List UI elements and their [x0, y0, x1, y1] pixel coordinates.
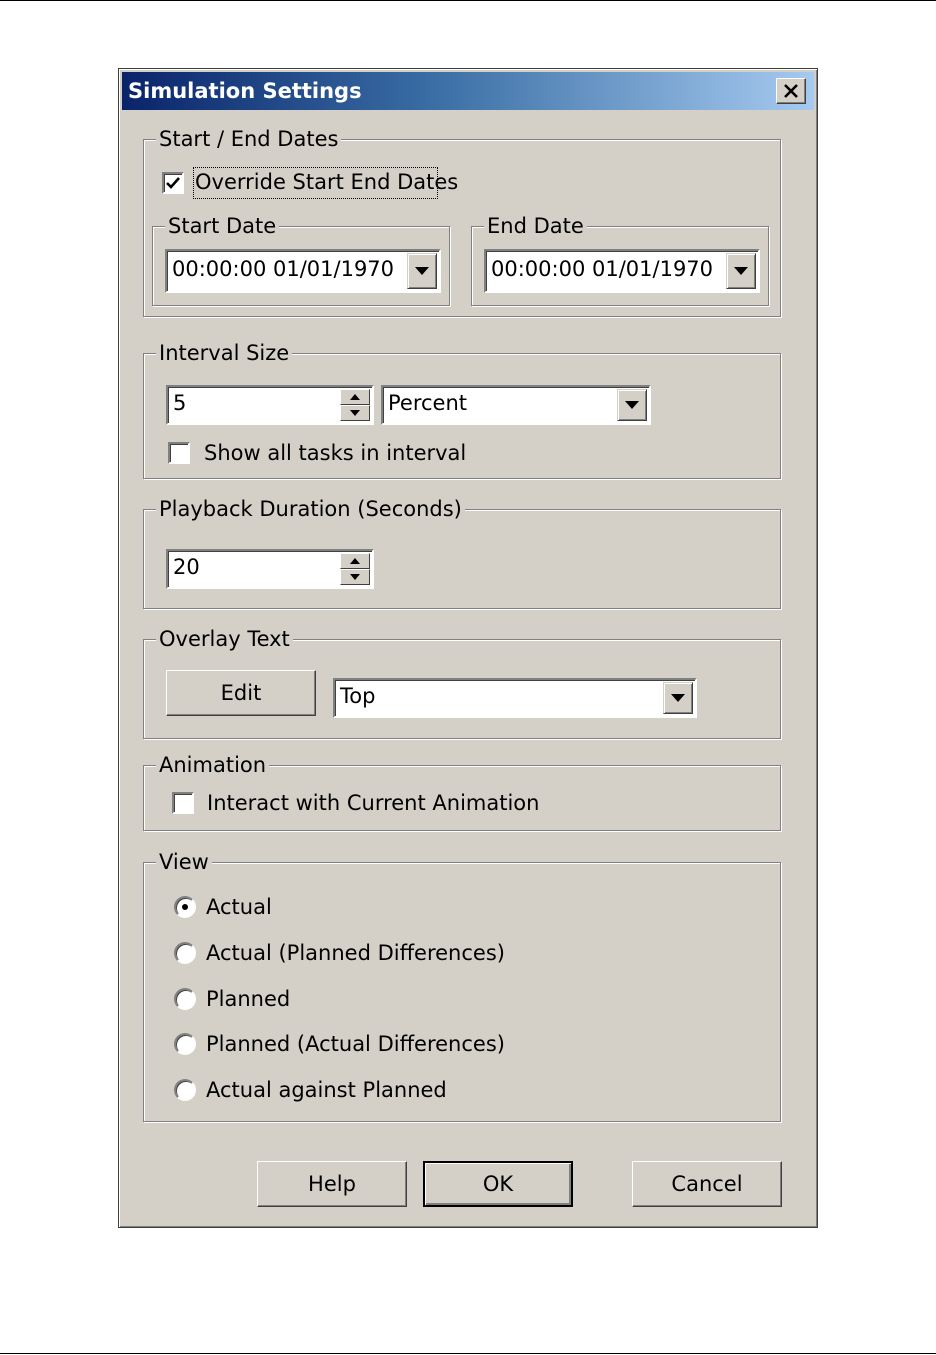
help-button[interactable]: Help: [257, 1161, 407, 1207]
spin-down-icon: [350, 410, 360, 416]
chevron-down-icon: [734, 267, 748, 275]
spin-down-icon: [350, 574, 360, 580]
ok-button-label: OK: [482, 1172, 514, 1196]
start-date-value: 00:00:00 01/01/1970: [172, 257, 395, 281]
end-date-value: 00:00:00 01/01/1970: [491, 257, 714, 281]
interval-size-group: Interval Size 5 Percent Show all tasks i…: [143, 340, 781, 479]
view-option-planned-label[interactable]: Planned: [206, 986, 290, 1012]
overlay-position-dropdown-button[interactable]: [663, 682, 693, 714]
overlay-position-select[interactable]: Top: [333, 678, 697, 718]
view-option-actual-label[interactable]: Actual: [206, 894, 272, 920]
playback-duration-spin-down[interactable]: [340, 569, 370, 585]
chevron-down-icon: [625, 401, 639, 409]
interact-animation-label[interactable]: Interact with Current Animation: [207, 790, 539, 816]
interval-unit-select[interactable]: Percent: [381, 385, 651, 425]
override-dates-checkbox[interactable]: [162, 172, 184, 194]
interval-size-spinner[interactable]: [340, 389, 370, 421]
view-option-actual-vs-planned-label[interactable]: Actual against Planned: [206, 1077, 447, 1103]
end-date-group: End Date 00:00:00 01/01/1970: [471, 213, 769, 306]
override-dates-label[interactable]: Override Start End Dates: [195, 169, 458, 195]
playback-duration-legend: Playback Duration (Seconds): [156, 496, 465, 522]
ok-button[interactable]: OK: [423, 1161, 573, 1207]
window-title: Simulation Settings: [128, 79, 362, 103]
animation-legend: Animation: [156, 752, 270, 778]
show-all-tasks-label[interactable]: Show all tasks in interval: [204, 440, 466, 466]
interval-size-spin-up[interactable]: [340, 389, 370, 405]
interact-animation-checkbox[interactable]: [172, 792, 194, 814]
view-option-actual-planned-diff-label[interactable]: Actual (Planned Differences): [206, 940, 505, 966]
playback-duration-group: Playback Duration (Seconds) 20: [143, 496, 781, 609]
interval-size-legend: Interval Size: [156, 340, 293, 366]
chevron-down-icon: [415, 267, 429, 275]
simulation-settings-dialog: Simulation Settings Start / End Dates Ov…: [118, 68, 818, 1228]
start-date-group: Start Date 00:00:00 01/01/1970: [152, 213, 450, 306]
view-option-planned-radio[interactable]: [174, 988, 196, 1010]
edit-overlay-button[interactable]: Edit: [166, 670, 316, 716]
view-group: View Actual Actual (Planned Differences)…: [143, 849, 781, 1122]
view-option-actual-radio[interactable]: [174, 896, 196, 918]
interval-size-input[interactable]: 5: [166, 385, 374, 425]
end-date-dropdown-button[interactable]: [726, 253, 756, 289]
interval-unit-value: Percent: [388, 391, 468, 415]
interval-unit-dropdown-button[interactable]: [617, 389, 647, 421]
spin-up-icon: [350, 558, 360, 564]
end-date-picker[interactable]: 00:00:00 01/01/1970: [484, 249, 760, 293]
overlay-text-legend: Overlay Text: [156, 626, 293, 652]
view-option-actual-planned-diff-radio[interactable]: [174, 942, 196, 964]
edit-overlay-label: Edit: [220, 681, 262, 705]
interval-size-value: 5: [173, 391, 187, 415]
playback-duration-value: 20: [173, 555, 200, 579]
interval-size-spin-down[interactable]: [340, 405, 370, 421]
playback-duration-input[interactable]: 20: [166, 549, 374, 589]
view-option-actual-vs-planned-radio[interactable]: [174, 1079, 196, 1101]
title-bar[interactable]: Simulation Settings: [122, 72, 814, 110]
spin-up-icon: [350, 394, 360, 400]
view-legend: View: [156, 849, 212, 875]
close-button[interactable]: [776, 78, 806, 104]
start-date-dropdown-button[interactable]: [407, 253, 437, 289]
cancel-button-label: Cancel: [671, 1172, 743, 1196]
view-option-planned-actual-diff-label[interactable]: Planned (Actual Differences): [206, 1031, 505, 1057]
start-end-dates-group: Start / End Dates Override Start End Dat…: [143, 126, 781, 317]
check-icon: [166, 177, 180, 189]
start-date-legend: Start Date: [165, 213, 280, 239]
overlay-position-value: Top: [340, 684, 376, 708]
cancel-button[interactable]: Cancel: [632, 1161, 782, 1207]
help-button-label: Help: [308, 1172, 356, 1196]
start-end-dates-legend: Start / End Dates: [156, 126, 342, 152]
page-bottom-rule: [0, 1353, 936, 1354]
playback-duration-spinner[interactable]: [340, 553, 370, 585]
show-all-tasks-checkbox[interactable]: [168, 442, 190, 464]
chevron-down-icon: [671, 694, 685, 702]
overlay-text-group: Overlay Text Edit Top: [143, 626, 781, 739]
end-date-legend: End Date: [484, 213, 587, 239]
view-option-planned-actual-diff-radio[interactable]: [174, 1033, 196, 1055]
start-date-picker[interactable]: 00:00:00 01/01/1970: [165, 249, 441, 293]
radio-selected-dot: [182, 904, 188, 910]
playback-duration-spin-up[interactable]: [340, 553, 370, 569]
animation-group: Animation Interact with Current Animatio…: [143, 752, 781, 831]
close-icon: [784, 84, 798, 98]
page-top-rule: [0, 0, 936, 1]
